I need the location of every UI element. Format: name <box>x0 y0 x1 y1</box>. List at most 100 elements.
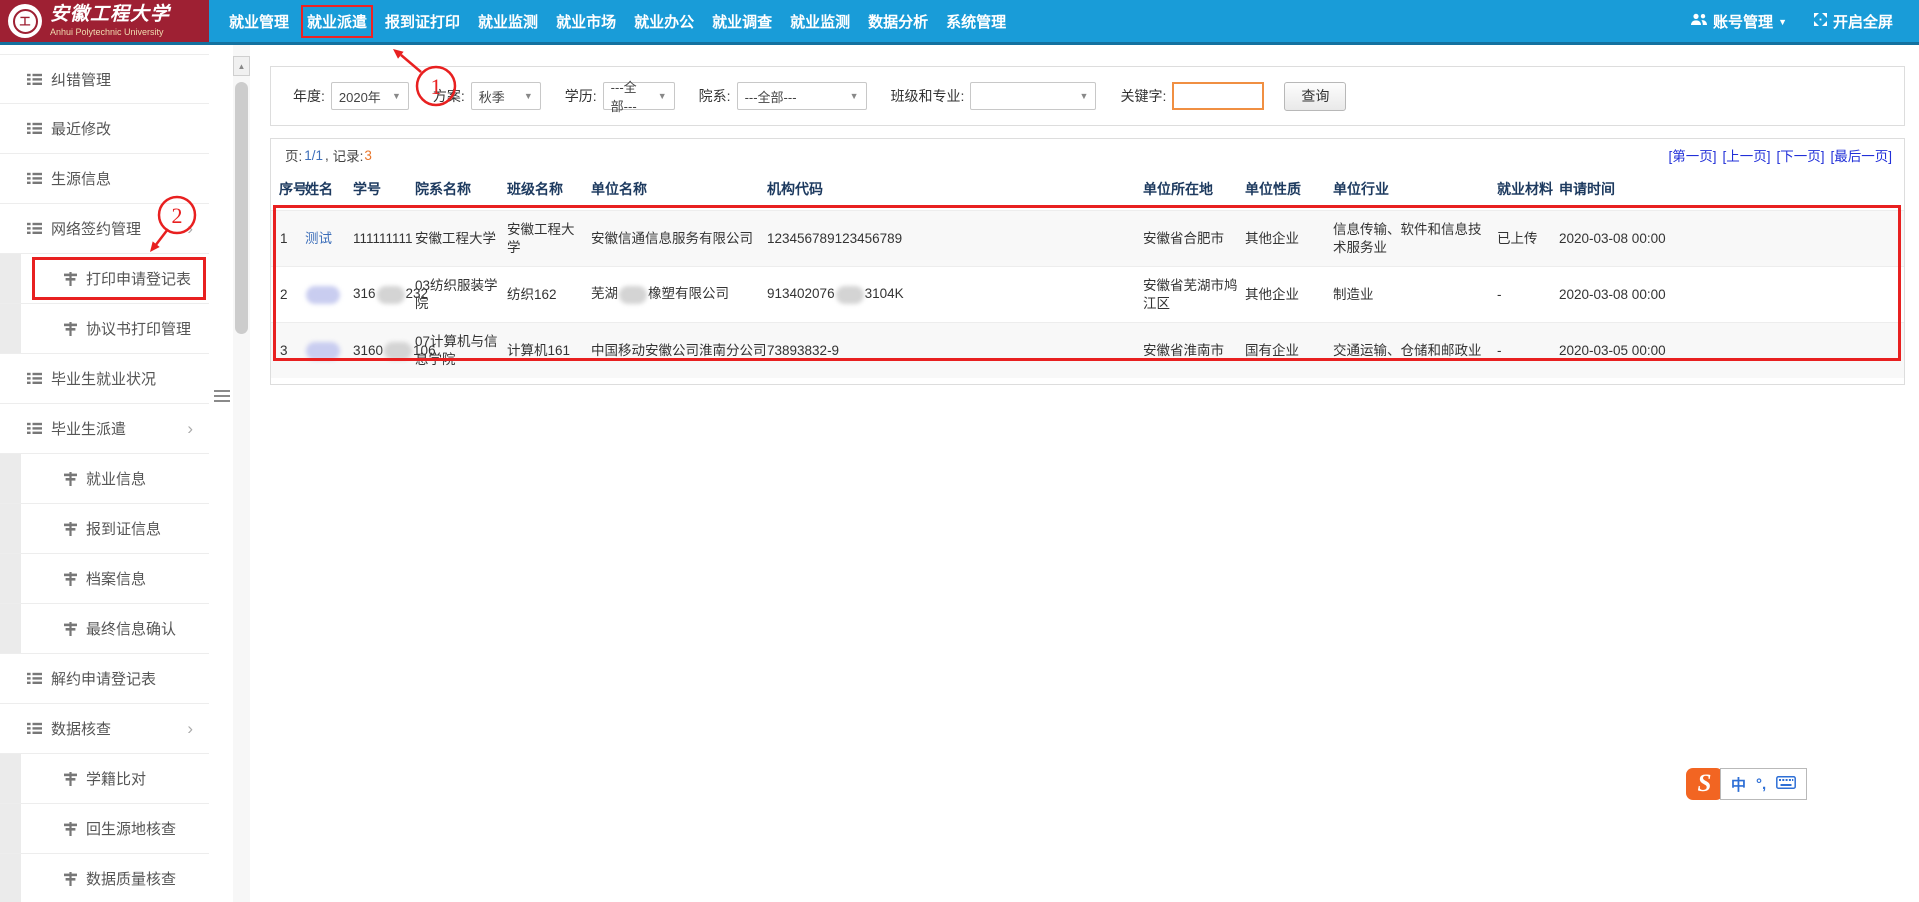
signpost-icon <box>64 622 77 636</box>
student-name-link[interactable]: 测试 <box>305 231 332 246</box>
department-select[interactable]: ---全部--- ▼ <box>737 82 867 110</box>
sidebar-item-15[interactable]: 回生源地核查 <box>0 804 209 854</box>
sidebar-item-9[interactable]: 报到证信息 <box>0 504 209 554</box>
sidebar-item-label: 纠错管理 <box>51 69 111 90</box>
signpost-icon <box>64 872 77 886</box>
sidebar-splitter[interactable] <box>209 45 233 902</box>
sidebar-item-11[interactable]: 最终信息确认 <box>0 604 209 654</box>
last-page-link[interactable]: [最后一页] <box>1830 145 1892 165</box>
sidebar-item-7[interactable]: 毕业生派遣› <box>0 404 209 454</box>
table-header-row: 序号姓名学号院系名称班级名称单位名称机构代码单位所在地单位性质单位行业就业材料申… <box>271 171 1904 211</box>
signpost-icon <box>64 822 77 836</box>
cell-industry: 交通运输、仓储和邮政业 <box>1333 323 1497 379</box>
nav-item-3[interactable]: 就业监测 <box>478 11 538 32</box>
sidebar-item-14[interactable]: 学籍比对 <box>0 754 209 804</box>
sidebar-item-16[interactable]: 数据质量核查 <box>0 854 209 902</box>
nav-item-9[interactable]: 系统管理 <box>946 11 1006 32</box>
cell-location: 安徽省合肥市 <box>1143 211 1245 267</box>
scrollbar-thumb[interactable] <box>235 82 248 334</box>
sidebar-item-0[interactable]: 纠错管理 <box>0 54 209 104</box>
cell-apply-time: 2020-03-05 00:00 <box>1559 323 1904 379</box>
chevron-down-icon: ▼ <box>850 91 859 101</box>
sidebar-item-4[interactable]: 打印申请登记表 <box>0 254 209 304</box>
cell-company-type: 其他企业 <box>1245 267 1333 323</box>
keyword-input[interactable] <box>1172 82 1264 110</box>
cell-name: 测试 <box>305 211 353 267</box>
main-nav: 就业管理就业派遣报到证打印就业监测就业市场就业办公就业调查就业监测数据分析系统管… <box>209 0 1006 42</box>
nav-item-2[interactable]: 报到证打印 <box>385 11 460 32</box>
sidebar-item-label: 档案信息 <box>86 568 146 589</box>
nav-item-7[interactable]: 就业监测 <box>790 11 850 32</box>
prev-page-link[interactable]: [上一页] <box>1722 145 1770 165</box>
cell-department: 03纺织服装学院 <box>415 267 507 323</box>
sidebar-item-8[interactable]: 就业信息 <box>0 454 209 504</box>
cell-company-type: 国有企业 <box>1245 323 1333 379</box>
nav-item-6[interactable]: 就业调查 <box>712 11 772 32</box>
cell-materials: 已上传 <box>1497 211 1559 267</box>
university-seal-icon: 工 <box>8 4 42 38</box>
col-header-org-code: 机构代码 <box>767 171 1143 211</box>
ime-toolbar: S 中 °, <box>1686 768 1807 800</box>
student-name-link[interactable] <box>305 343 341 358</box>
sogou-logo-icon[interactable]: S <box>1686 768 1723 800</box>
redacted-blur <box>306 342 340 360</box>
signpost-icon <box>64 322 77 336</box>
nav-item-1[interactable]: 就业派遣 <box>307 11 367 32</box>
year-select[interactable]: 2020年 ▼ <box>331 82 409 110</box>
sidebar-item-13[interactable]: 数据核查› <box>0 704 209 754</box>
menu-list-icon <box>27 122 42 135</box>
chevron-down-icon: ▼ <box>524 91 533 101</box>
nav-item-0[interactable]: 就业管理 <box>229 11 289 32</box>
sidebar-item-10[interactable]: 档案信息 <box>0 554 209 604</box>
col-header-industry: 单位行业 <box>1333 171 1497 211</box>
chevron-right-icon: › <box>187 720 193 737</box>
sidebar-item-label: 协议书打印管理 <box>86 318 191 339</box>
university-logo: 工 安徽工程大学 Anhui Polytechnic University <box>0 0 209 42</box>
sidebar-item-12[interactable]: 解约申请登记表 <box>0 654 209 704</box>
sidebar-item-3[interactable]: 网络签约管理› <box>0 204 209 254</box>
col-header-apply-time: 申请时间 <box>1559 171 1904 211</box>
sidebar-item-label: 生源信息 <box>51 168 111 189</box>
collapse-icon[interactable] <box>212 385 232 407</box>
ime-language-toggle[interactable]: 中 <box>1731 774 1746 795</box>
class-major-label: 班级和专业: <box>891 86 965 106</box>
next-page-link[interactable]: [下一页] <box>1776 145 1824 165</box>
fullscreen-button[interactable]: 开启全屏 <box>1813 11 1893 32</box>
class-major-select[interactable]: ▼ <box>970 82 1096 110</box>
year-label: 年度: <box>293 86 325 106</box>
cell-company: 芜湖橡塑有限公司 <box>591 267 767 323</box>
keyboard-icon[interactable] <box>1776 776 1796 793</box>
redacted-blur <box>377 286 405 304</box>
search-button[interactable]: 查询 <box>1284 82 1346 111</box>
cell-index: 2 <box>271 267 305 323</box>
sidebar-item-label: 就业信息 <box>86 468 146 489</box>
sidebar-item-label: 解约申请登记表 <box>51 668 156 689</box>
scroll-up-icon[interactable]: ▲ <box>233 56 250 76</box>
signpost-icon <box>64 472 77 486</box>
sidebar-item-1[interactable]: 最近修改 <box>0 104 209 154</box>
top-navbar: 工 安徽工程大学 Anhui Polytechnic University 就业… <box>0 0 1919 45</box>
content-scrollbar[interactable]: ▲ <box>233 45 250 902</box>
page-label: 页: <box>285 145 302 165</box>
ime-punctuation-toggle[interactable]: °, <box>1756 776 1766 793</box>
department-label: 院系: <box>699 86 731 106</box>
cell-org-code: 73893832-9 <box>767 323 1143 379</box>
nav-item-8[interactable]: 数据分析 <box>868 11 928 32</box>
cell-student-id: 3160106 <box>353 323 415 379</box>
nav-item-5[interactable]: 就业办公 <box>634 11 694 32</box>
cell-company: 安徽信通信息服务有限公司 <box>591 211 767 267</box>
nav-item-4[interactable]: 就业市场 <box>556 11 616 32</box>
cell-materials: - <box>1497 267 1559 323</box>
plan-select[interactable]: 秋季 ▼ <box>471 82 541 110</box>
sidebar-item-5[interactable]: 协议书打印管理 <box>0 304 209 354</box>
cell-student-id: 111111111 <box>353 211 415 267</box>
signpost-icon <box>64 522 77 536</box>
student-name-link[interactable] <box>305 286 341 301</box>
degree-select[interactable]: ---全部--- ▼ <box>603 82 675 110</box>
cell-org-code: 9134020763104K <box>767 267 1143 323</box>
sidebar-item-label: 回生源地核查 <box>86 818 176 839</box>
sidebar-item-6[interactable]: 毕业生就业状况 <box>0 354 209 404</box>
account-menu[interactable]: 账号管理 ▼ <box>1690 11 1787 32</box>
first-page-link[interactable]: [第一页] <box>1668 145 1716 165</box>
sidebar-item-2[interactable]: 生源信息 <box>0 154 209 204</box>
